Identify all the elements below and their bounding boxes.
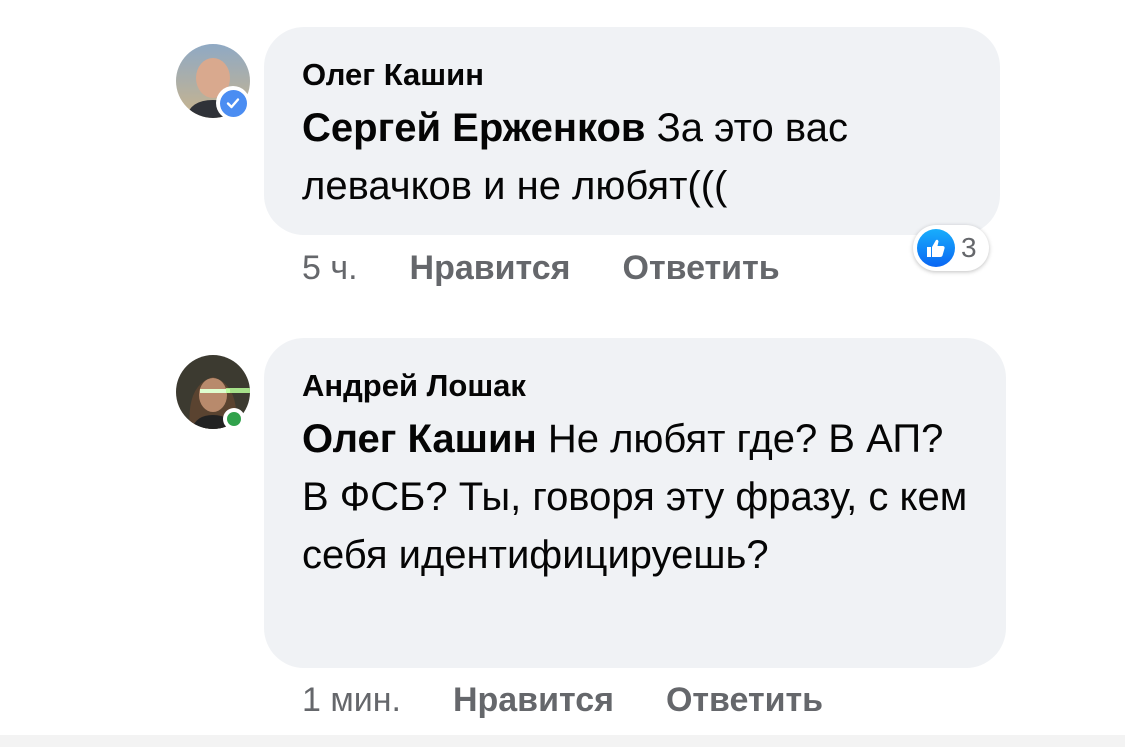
comment-actions: 1 мин. Нравится Ответить — [302, 680, 875, 720]
comment-timestamp[interactable]: 5 ч. — [302, 249, 358, 288]
reaction-summary[interactable]: 3 — [913, 225, 989, 271]
comment-actions: 5 ч. Нравится Ответить — [302, 248, 832, 288]
mention-link[interactable]: Сергей Ерженков — [302, 106, 646, 150]
reaction-count: 3 — [961, 232, 977, 263]
verified-check-icon — [216, 86, 250, 120]
comment-bubble: Андрей Лошак Олег Кашин Не любят где? В … — [264, 338, 1006, 668]
comment-author[interactable]: Андрей Лошак — [302, 366, 968, 406]
mention-link[interactable]: Олег Кашин — [302, 417, 537, 461]
reply-button[interactable]: Ответить — [666, 681, 823, 720]
like-button[interactable]: Нравится — [410, 249, 571, 288]
online-status-icon — [223, 408, 245, 430]
comment-text: Сергей Ерженков За это вас левачков и не… — [302, 99, 962, 215]
comment-timestamp[interactable]: 1 мин. — [302, 681, 401, 720]
reply-button[interactable]: Ответить — [623, 249, 780, 288]
like-thumb-icon — [917, 229, 955, 267]
comment-text: Олег Кашин Не любят где? В АП? В ФСБ? Ты… — [302, 410, 968, 584]
comment-author[interactable]: Олег Кашин — [302, 55, 962, 95]
like-button[interactable]: Нравится — [453, 681, 614, 720]
bottom-divider — [0, 735, 1125, 747]
comment-bubble: Олег Кашин Сергей Ерженков За это вас ле… — [264, 27, 1000, 235]
